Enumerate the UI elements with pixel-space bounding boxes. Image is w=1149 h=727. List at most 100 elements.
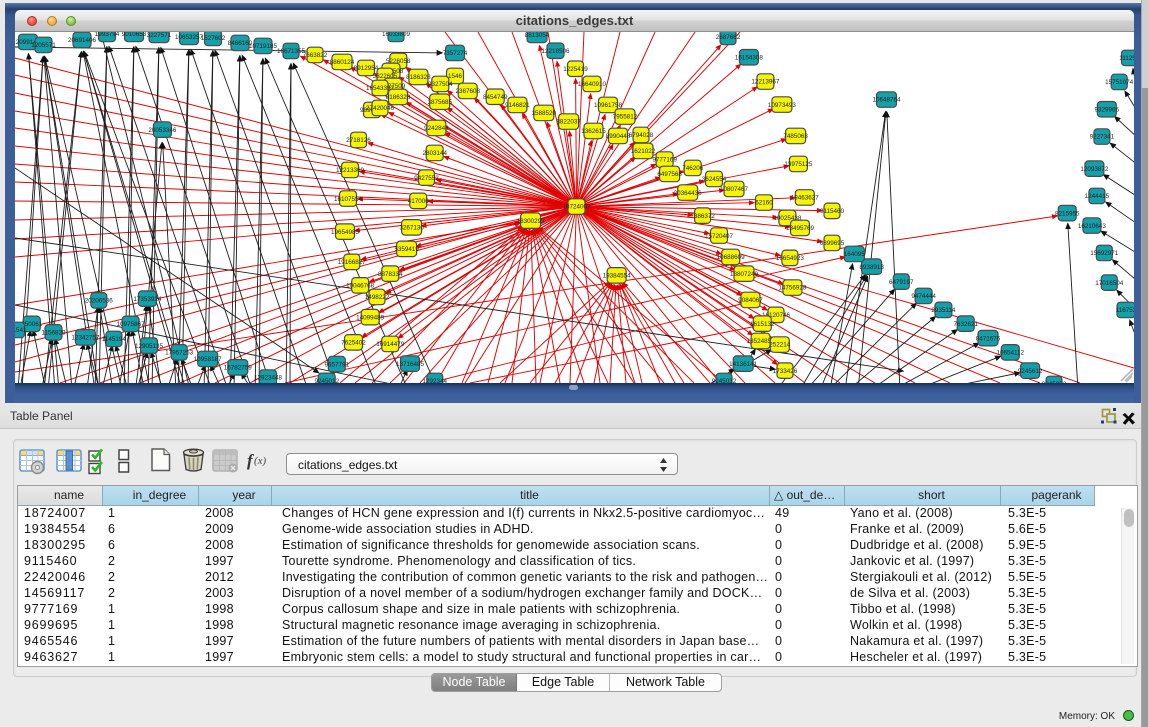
svg-text:8813054: 8813054 [525,32,550,39]
svg-text:16671355: 16671355 [277,48,306,55]
svg-text:13975125: 13975125 [784,161,813,168]
svg-text:2687662: 2687662 [716,34,741,41]
svg-text:15720407: 15720407 [705,233,734,240]
svg-text:17957253: 17957253 [165,350,194,357]
svg-text:1588520: 1588520 [532,110,557,117]
svg-text:6899695: 6899695 [820,240,845,247]
svg-text:417006: 417006 [408,198,430,205]
svg-text:7357274: 7357274 [443,50,468,57]
svg-text:1546: 1546 [448,73,463,80]
svg-text:1145194: 1145194 [102,336,127,343]
svg-text:15751074: 15751074 [1105,79,1134,86]
svg-text:8186328: 8186328 [406,74,431,81]
svg-text:7663822: 7663822 [303,52,328,59]
svg-text:20053346: 20053346 [148,127,177,134]
svg-text:20206536: 20206536 [85,298,114,305]
svg-text:15692971: 15692971 [1090,250,1119,257]
svg-text:16782759: 16782759 [224,365,253,372]
svg-text:10958187: 10958187 [194,356,223,363]
svg-text:16210643: 16210643 [1078,223,1107,230]
svg-text:16107554: 16107554 [334,196,363,203]
svg-text:6794028: 6794028 [629,132,654,139]
svg-text:1621022: 1621022 [631,148,656,155]
svg-text:8471676: 8471676 [976,335,1001,342]
svg-text:14099489: 14099489 [356,314,385,321]
svg-text:9777169: 9777169 [652,157,677,164]
svg-text:10975867: 10975867 [117,321,146,328]
svg-text:19463627: 19463627 [791,195,820,202]
svg-text:3227571: 3227571 [147,32,172,39]
svg-text:1615132: 1615132 [750,321,775,328]
svg-text:17016504: 17016504 [1095,280,1124,287]
svg-text:6479197: 6479197 [889,279,914,286]
svg-text:13495769: 13495769 [786,225,815,232]
svg-text:9146821: 9146821 [505,102,530,109]
svg-text:7955812: 7955812 [613,114,638,121]
svg-text:10961758: 10961758 [594,102,623,109]
svg-text:(x): (x) [254,455,267,467]
svg-text:16914479: 16914479 [376,341,405,348]
svg-text:1205571: 1205571 [31,42,56,49]
svg-text:746206: 746206 [682,165,704,172]
svg-text:2803144: 2803144 [422,150,447,157]
svg-text:10046768: 10046768 [346,283,375,290]
svg-text:12923448: 12923448 [254,375,283,382]
svg-text:5359419: 5359419 [394,246,419,253]
svg-text:116753: 116753 [1116,307,1134,314]
svg-text:8938913: 8938913 [859,264,884,271]
svg-text:9242848: 9242848 [424,125,449,132]
svg-text:8186328: 8186328 [386,94,411,101]
svg-text:9010653: 9010653 [122,32,147,38]
svg-text:3624554: 3624554 [702,176,727,183]
svg-text:164095: 164095 [844,251,866,258]
svg-text:18300295: 18300295 [517,218,546,225]
svg-text:12342757: 12342757 [71,335,100,342]
svg-text:9327504: 9327504 [428,81,453,88]
svg-text:12213967: 12213967 [751,79,780,86]
svg-text:1244415: 1244415 [1085,193,1110,200]
svg-text:14136141: 14136141 [729,361,758,368]
svg-text:20364436: 20364436 [674,190,703,197]
svg-text:8990448: 8990448 [606,133,631,140]
svg-text:20691406: 20691406 [68,37,97,44]
svg-text:19654985: 19654985 [331,229,360,236]
svg-text:17353924: 17353924 [133,296,162,303]
svg-text:13716485: 13716485 [396,361,425,368]
svg-text:1498222: 1498222 [365,294,390,301]
svg-text:3875685: 3875685 [427,99,452,106]
svg-text:10688609: 10688609 [717,254,746,261]
svg-text:391541: 391541 [15,327,27,334]
svg-text:12213369: 12213369 [336,167,365,174]
svg-text:7625402: 7625402 [341,340,366,347]
svg-text:8860124: 8860124 [330,59,355,66]
svg-text:2935114: 2935114 [931,307,956,314]
svg-text:252214: 252214 [769,342,791,349]
svg-text:12218506: 12218506 [541,48,570,55]
svg-text:62160: 62160 [755,200,773,207]
svg-text:12093872: 12093872 [1080,166,1109,173]
svg-text:9227341: 9227341 [1090,134,1115,141]
svg-text:10719185: 10719185 [249,43,278,50]
svg-text:19384554: 19384554 [603,273,632,280]
svg-text:1225419: 1225419 [563,66,588,73]
svg-text:9329966: 9329966 [1095,106,1120,113]
svg-text:10973493: 10973493 [768,102,797,109]
svg-text:8454749: 8454749 [483,94,508,101]
svg-text:2367608: 2367608 [455,88,480,95]
svg-text:1993794: 1993794 [95,32,120,38]
svg-text:8215955: 8215955 [1055,210,1080,217]
svg-text:9427552: 9427552 [414,175,439,182]
svg-text:9084067: 9084067 [738,297,763,304]
svg-text:19166827: 19166827 [338,259,367,266]
svg-text:7386372: 7386372 [690,213,715,220]
svg-text:10648764: 10648764 [872,97,901,104]
svg-text:6497568: 6497568 [657,171,682,178]
svg-text:7485063: 7485063 [783,133,808,140]
svg-text:3267130: 3267130 [399,225,424,232]
svg-text:16154308: 16154308 [735,54,764,61]
svg-text:18724007: 18724007 [562,204,591,211]
svg-text:1362615: 1362615 [581,128,606,135]
svg-text:8912954: 8912954 [354,65,379,72]
svg-text:16654923: 16654923 [776,255,805,262]
svg-text:12905135: 12905135 [135,343,164,350]
